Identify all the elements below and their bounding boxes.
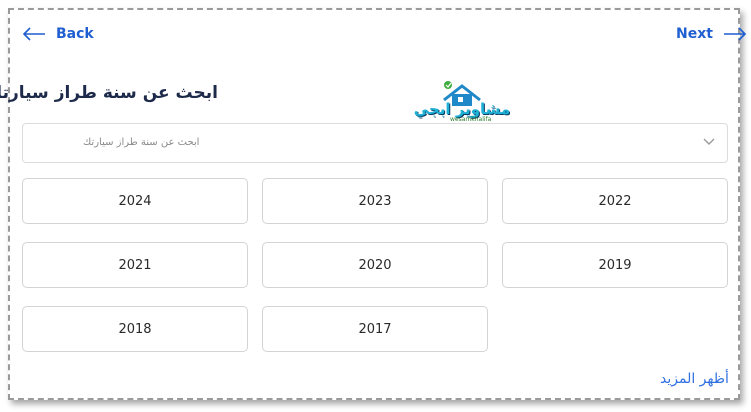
search-placeholder: ابحث عن سنة طراز سيارتك bbox=[83, 137, 200, 148]
year-option-2020[interactable]: 2020 bbox=[262, 242, 488, 288]
watermark-logo: مشاوير ابجي wesamkhalifa bbox=[410, 80, 514, 124]
next-label: Next bbox=[676, 26, 713, 42]
year-option-2023[interactable]: 2023 bbox=[262, 178, 488, 224]
next-button[interactable]: Next bbox=[666, 26, 747, 42]
year-option-2018[interactable]: 2018 bbox=[22, 306, 248, 352]
chevron-down-icon bbox=[703, 138, 715, 145]
arrow-right-icon bbox=[723, 27, 747, 41]
back-label: Back bbox=[56, 26, 94, 42]
year-option-2022[interactable]: 2022 bbox=[502, 178, 728, 224]
back-button[interactable]: Back bbox=[22, 26, 104, 42]
year-search-select[interactable]: ابحث عن سنة طراز سيارتك bbox=[22, 123, 728, 163]
year-option-2024[interactable]: 2024 bbox=[22, 178, 248, 224]
show-more-link[interactable]: أظهر المزيد bbox=[660, 371, 729, 387]
page-title: ابحث عن سنة طراز سيارتك bbox=[0, 83, 218, 103]
year-option-2017[interactable]: 2017 bbox=[262, 306, 488, 352]
year-option-2021[interactable]: 2021 bbox=[22, 242, 248, 288]
arrow-left-icon bbox=[22, 27, 45, 41]
year-option-2019[interactable]: 2019 bbox=[502, 242, 728, 288]
logo-subtext: wesamkhalifa bbox=[450, 116, 492, 123]
